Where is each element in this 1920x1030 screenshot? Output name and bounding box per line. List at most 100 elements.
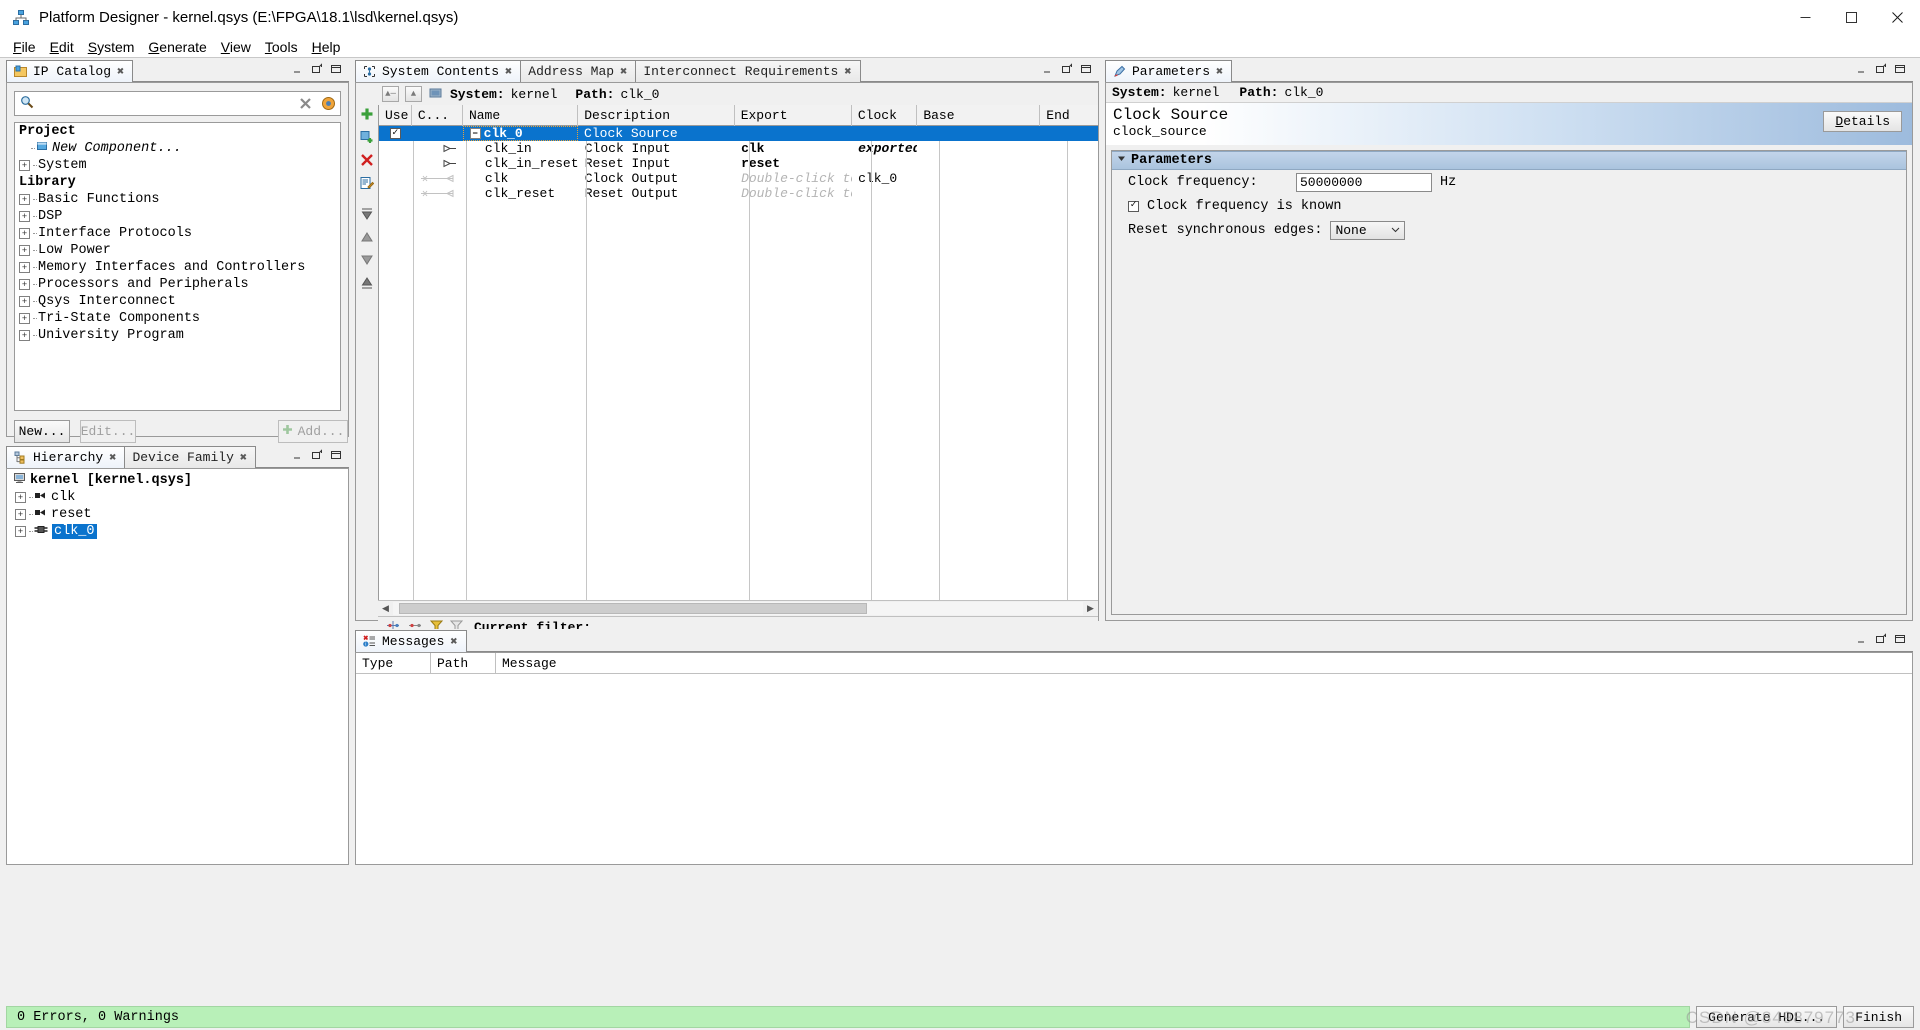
close-button[interactable] [1874, 0, 1920, 36]
expand-icon[interactable]: + [19, 279, 30, 290]
export-cell[interactable] [735, 126, 852, 141]
search-input[interactable] [15, 92, 294, 115]
tab-ip-catalog[interactable]: IP Catalog ✖ [6, 60, 134, 82]
hierarchy-item-clk[interactable]: + clk [9, 489, 346, 506]
messages-table[interactable]: Type Path Message [355, 652, 1913, 865]
expand-icon[interactable]: + [19, 262, 30, 273]
clock-frequency-input[interactable] [1296, 172, 1432, 192]
column-header-base[interactable]: Base [917, 105, 1041, 126]
edit-button[interactable]: Edit... [80, 420, 136, 443]
panel-maximize-icon[interactable] [1080, 63, 1092, 75]
panel-float-icon[interactable] [311, 63, 323, 75]
column-header-export[interactable]: Export [735, 105, 852, 126]
tree-item-qsys-interconnect[interactable]: + Qsys Interconnect [15, 293, 340, 310]
name-cell[interactable]: clk_reset [463, 186, 579, 201]
column-header-clock[interactable]: Clock [852, 105, 918, 126]
close-icon[interactable]: ✖ [620, 66, 627, 78]
column-header-name[interactable]: Name [463, 105, 579, 126]
add-button[interactable]: Add... [278, 420, 348, 443]
expand-icon[interactable]: + [19, 228, 30, 239]
move-top-icon[interactable] [360, 207, 374, 224]
close-icon[interactable]: ✖ [505, 66, 512, 78]
table-row[interactable]: clk_reset Reset Output Double-click to [379, 186, 1098, 201]
panel-minimize-icon[interactable] [1856, 63, 1868, 75]
settings-gear-icon[interactable] [316, 96, 340, 111]
close-icon[interactable]: ✖ [844, 66, 851, 78]
expand-icon[interactable]: + [19, 330, 30, 341]
expand-icon[interactable]: + [19, 194, 30, 205]
tree-item-tri-state-components[interactable]: + Tri-State Components [15, 310, 340, 327]
add-icon[interactable] [360, 107, 374, 124]
conn-cell[interactable] [412, 186, 463, 201]
column-header-end[interactable]: End [1040, 105, 1098, 126]
column-header-description[interactable]: Description [578, 105, 735, 126]
use-checkbox-cell[interactable]: ✓ [379, 126, 412, 141]
name-cell[interactable]: clk_in [463, 141, 579, 156]
finish-button[interactable]: Finish [1843, 1006, 1914, 1028]
expand-icon[interactable]: + [19, 296, 30, 307]
expand-icon[interactable]: + [15, 492, 26, 503]
tree-item-memory-interfaces[interactable]: + Memory Interfaces and Controllers [15, 259, 340, 276]
name-cell[interactable]: clk_in_reset [463, 156, 579, 171]
export-cell[interactable]: clk [735, 141, 852, 156]
menu-file[interactable]: File [6, 38, 43, 56]
details-button[interactable]: Details [1823, 111, 1902, 132]
base-cell[interactable] [917, 141, 1040, 156]
hierarchy-tree[interactable]: kernel [kernel.qsys] + clk + reset + clk… [6, 468, 349, 865]
expand-icon[interactable]: + [15, 509, 26, 520]
panel-minimize-icon[interactable] [1856, 633, 1868, 645]
scrollbar-thumb[interactable] [399, 602, 867, 614]
use-checkbox-cell[interactable] [379, 171, 412, 186]
column-header-type[interactable]: Type [356, 653, 431, 674]
panel-float-icon[interactable] [311, 449, 323, 461]
tab-messages[interactable]: i Messages ✖ [355, 630, 467, 652]
tree-item-library[interactable]: Library [15, 174, 340, 191]
use-checkbox[interactable]: ✓ [389, 128, 401, 139]
column-header-conn[interactable]: C... [412, 105, 463, 126]
new-button[interactable]: New... [14, 420, 70, 443]
export-cell[interactable]: Double-click to [735, 186, 852, 201]
name-cell[interactable]: clk [463, 171, 579, 186]
tree-item-university-program[interactable]: + University Program [15, 327, 340, 344]
panel-maximize-icon[interactable] [1894, 63, 1906, 75]
expand-icon[interactable]: + [15, 526, 26, 537]
tab-device-family[interactable]: Device Family ✖ [124, 446, 257, 468]
close-icon[interactable]: ✖ [1216, 66, 1223, 78]
tab-parameters[interactable]: Parameters ✖ [1105, 60, 1233, 82]
table-row[interactable]: clk Clock Output Double-click to clk_0 [379, 171, 1098, 186]
generate-hdl-button[interactable]: Generate HDL... [1696, 1006, 1838, 1028]
scroll-right-icon[interactable]: ▶ [1083, 601, 1098, 616]
scroll-left-icon[interactable]: ◀ [378, 601, 393, 616]
tree-item-system[interactable]: + System [15, 157, 340, 174]
column-header-path[interactable]: Path [431, 653, 496, 674]
move-up-icon[interactable] [360, 230, 374, 247]
export-cell[interactable]: reset [735, 156, 852, 171]
parameters-group-header[interactable]: Parameters [1112, 151, 1906, 170]
panel-maximize-icon[interactable] [1894, 633, 1906, 645]
ip-catalog-tree[interactable]: Project New Component... + System Librar… [14, 122, 341, 411]
clock-cell[interactable]: clk_0 [852, 171, 917, 186]
tree-item-interface-protocols[interactable]: + Interface Protocols [15, 225, 340, 242]
move-down-icon[interactable] [360, 253, 374, 270]
panel-float-icon[interactable] [1875, 633, 1887, 645]
collapse-icon[interactable]: − [469, 128, 481, 139]
system-contents-table[interactable]: Use C... Name Description Export Clock B… [378, 105, 1098, 600]
hierarchy-item-kernel[interactable]: kernel [kernel.qsys] [9, 472, 346, 489]
add-component-icon[interactable] [360, 130, 374, 147]
base-cell[interactable] [917, 156, 1040, 171]
panel-minimize-icon[interactable] [292, 63, 304, 75]
table-row[interactable]: ✓ − clk_0 Clock Source [379, 126, 1098, 141]
close-icon[interactable]: ✖ [117, 66, 124, 78]
panel-minimize-icon[interactable] [292, 449, 304, 461]
collapse-triangle-icon[interactable] [1117, 153, 1126, 168]
clock-cell[interactable]: exported [852, 141, 917, 156]
base-cell[interactable] [917, 126, 1040, 141]
panel-float-icon[interactable] [1061, 63, 1073, 75]
close-icon[interactable]: ✖ [450, 636, 457, 648]
tree-item-new-component[interactable]: New Component... [15, 140, 340, 157]
scrollbar-track[interactable] [393, 601, 1083, 615]
table-row[interactable]: clk_in_reset Reset Input reset [379, 156, 1098, 171]
menu-edit[interactable]: Edit [43, 38, 81, 56]
use-checkbox-cell[interactable] [379, 141, 412, 156]
go-up-icon[interactable]: ▲ [405, 86, 422, 102]
